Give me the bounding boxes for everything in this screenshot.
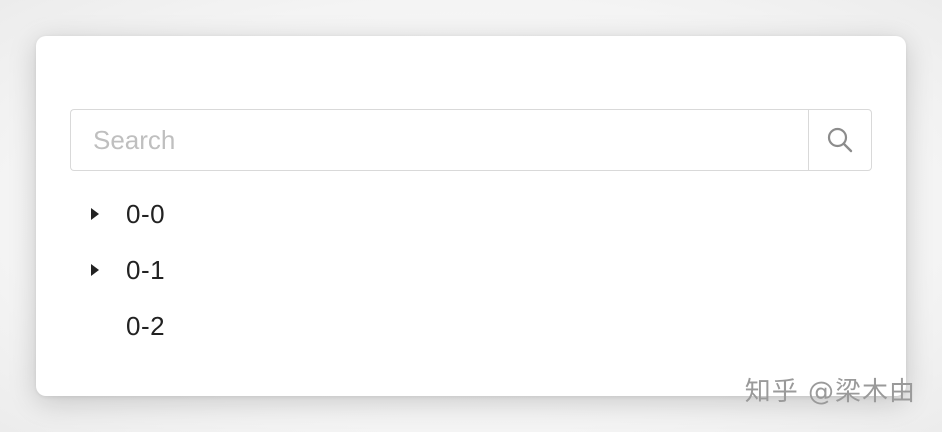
tree: 0-0 0-1 0-2	[70, 186, 872, 354]
tree-node-0-0: 0-0	[70, 186, 872, 242]
tree-expand-toggle[interactable]	[70, 242, 118, 298]
caret-right-icon	[91, 264, 99, 276]
tree-search-panel: 0-0 0-1 0-2	[36, 36, 906, 396]
page-background: 0-0 0-1 0-2 知乎 @梁木由	[0, 0, 942, 432]
search-icon	[827, 127, 853, 153]
tree-expand-toggle[interactable]	[70, 186, 118, 242]
tree-node-0-1: 0-1	[70, 242, 872, 298]
tree-node-title[interactable]: 0-1	[126, 255, 165, 286]
tree-node-title[interactable]: 0-0	[126, 199, 165, 230]
tree-node-title[interactable]: 0-2	[126, 311, 165, 342]
search-input[interactable]	[70, 109, 808, 171]
caret-right-icon	[91, 208, 99, 220]
search-group	[70, 109, 872, 171]
watermark: 知乎 @梁木由	[744, 377, 916, 407]
tree-node-0-2: 0-2	[70, 298, 872, 354]
search-button[interactable]	[808, 109, 872, 171]
